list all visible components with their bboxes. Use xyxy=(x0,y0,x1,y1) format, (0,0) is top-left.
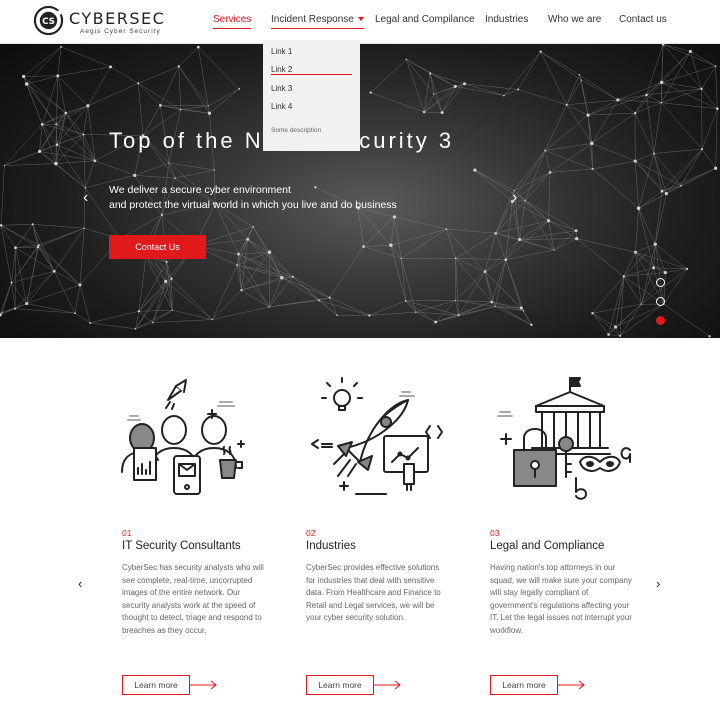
nav-who-we-are[interactable]: Who we are xyxy=(548,14,601,28)
nav-services[interactable]: Services xyxy=(213,14,252,29)
site-header: CS CYBERSEC Aegis Cyber Security Service… xyxy=(0,0,720,44)
chevron-right-icon[interactable]: › xyxy=(512,190,517,206)
logo-tagline: Aegis Cyber Security xyxy=(80,28,161,35)
dropdown-link-4[interactable]: Link 4 xyxy=(271,102,292,111)
nav-incident-response[interactable]: Incident Response xyxy=(271,14,364,29)
logo-name: CYBERSEC xyxy=(69,9,166,28)
svg-text:CS: CS xyxy=(42,17,55,27)
service-title: Legal and Compliance xyxy=(490,540,605,552)
learn-more-button[interactable]: Learn more xyxy=(490,675,558,695)
learn-more-button[interactable]: Learn more xyxy=(306,675,374,695)
hero-subtitle: We deliver a secure cyber environment an… xyxy=(109,183,397,213)
contact-us-button[interactable]: Contact Us xyxy=(109,235,206,259)
dropdown-description: Some description xyxy=(271,127,322,134)
cs-logo-icon: CS xyxy=(33,5,64,36)
arrow-right-icon xyxy=(190,680,217,690)
lock-legal-icon xyxy=(497,377,631,500)
service-title: Industries xyxy=(306,540,356,552)
service-description: CyberSec has security analysts who will … xyxy=(122,563,264,635)
slide-dot-1[interactable] xyxy=(656,278,665,287)
team-consultants-icon xyxy=(121,379,245,495)
dropdown-link-2[interactable]: Link 2 xyxy=(271,65,292,74)
service-description: Having nation's top attorneys in our squ… xyxy=(490,563,632,635)
caret-down-icon xyxy=(357,17,364,22)
chevron-left-icon[interactable]: ‹ xyxy=(78,576,82,591)
hero-slider: Top of the Notch Security 3 We deliver a… xyxy=(0,44,720,338)
dropdown-link-1[interactable]: Link 1 xyxy=(271,47,292,56)
learn-more-button[interactable]: Learn more xyxy=(122,675,190,695)
service-number: 01 xyxy=(122,528,132,538)
slide-dot-2[interactable] xyxy=(656,297,665,306)
chevron-right-icon[interactable]: › xyxy=(656,576,660,591)
arrow-right-icon xyxy=(374,680,401,690)
chevron-left-icon[interactable]: ‹ xyxy=(83,190,88,206)
nav-legal[interactable]: Legal and Compilance xyxy=(375,14,475,28)
service-number: 02 xyxy=(306,528,316,538)
service-description: CyberSec provides effective solutions fo… xyxy=(306,563,441,623)
slide-dot-3[interactable] xyxy=(656,316,665,325)
service-title: IT Security Consultants xyxy=(122,540,241,552)
hero-subtitle-line2: and protect the virtual world in which y… xyxy=(109,199,397,211)
nav-industries[interactable]: Industries xyxy=(485,14,528,28)
logo[interactable]: CS CYBERSEC Aegis Cyber Security xyxy=(33,5,166,39)
rocket-industries-icon xyxy=(311,377,443,495)
hero-subtitle-line1: We deliver a secure cyber environment xyxy=(109,184,291,196)
service-number: 03 xyxy=(490,528,500,538)
nav-incident-label: Incident Response xyxy=(271,14,354,25)
incident-dropdown-menu: Link 1 Link 2 Link 3 Link 4 Some descrip… xyxy=(263,40,360,151)
dropdown-active-underline xyxy=(271,74,352,75)
dropdown-link-3[interactable]: Link 3 xyxy=(271,84,292,93)
arrow-right-icon xyxy=(558,680,585,690)
nav-contact[interactable]: Contact us xyxy=(619,14,667,28)
